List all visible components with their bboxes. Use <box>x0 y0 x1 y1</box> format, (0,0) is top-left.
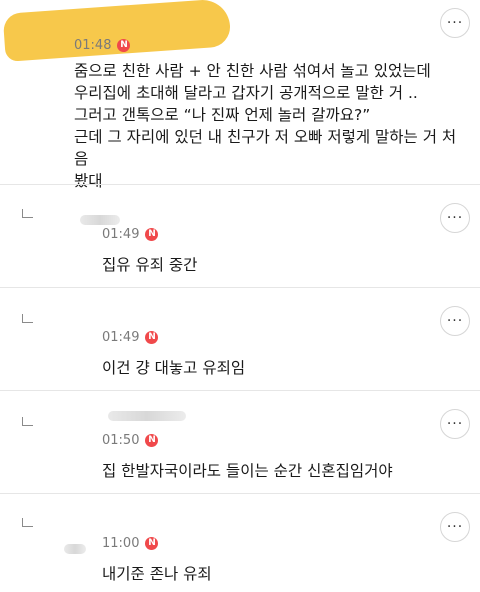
reply-arrow-icon <box>22 209 33 218</box>
reply-arrow-icon <box>22 417 33 426</box>
reply-meta: 01:49 N <box>102 330 159 345</box>
new-badge-icon: N <box>145 537 159 550</box>
reply-item: 01:49 N 이건 걍 대놓고 유죄임 ··· <box>0 288 480 390</box>
reply-meta: 01:50 N <box>102 433 159 448</box>
comment-main: 01:48 N 줌으로 친한 사람 + 안 친한 사람 섞여서 놀고 있었는데 … <box>0 0 480 190</box>
reply-body: 집 한발자국이라도 들이는 순간 신혼집임거야 <box>102 462 393 480</box>
reply-meta: 11:00 N <box>102 536 159 551</box>
author-redaction <box>64 544 86 554</box>
author-redaction <box>108 411 186 421</box>
more-options-button[interactable]: ··· <box>440 512 470 542</box>
new-badge-icon: N <box>117 39 131 52</box>
reply-time: 01:50 <box>102 433 140 448</box>
reply-time: 01:49 <box>102 330 140 345</box>
reply-body: 내기준 존나 유죄 <box>102 565 212 583</box>
comment-meta: 01:48 N <box>74 38 131 53</box>
reply-body: 이건 걍 대놓고 유죄임 <box>102 359 246 377</box>
reply-item: 11:00 N 내기준 존나 유죄 ··· <box>0 494 480 592</box>
reply-body: 집유 유죄 중간 <box>102 256 198 274</box>
reply-arrow-icon <box>22 314 33 323</box>
reply-item: 01:50 N 집 한발자국이라도 들이는 순간 신혼집임거야 ··· <box>0 391 480 493</box>
reply-item: 01:49 N 집유 유죄 중간 ··· <box>0 185 480 287</box>
more-options-button[interactable]: ··· <box>440 203 470 233</box>
more-options-button[interactable]: ··· <box>440 8 470 38</box>
more-options-button[interactable]: ··· <box>440 409 470 439</box>
reply-time: 11:00 <box>102 536 140 551</box>
new-badge-icon: N <box>145 331 159 344</box>
comment-thread: 01:48 N 줌으로 친한 사람 + 안 친한 사람 섞여서 놀고 있었는데 … <box>0 0 480 592</box>
more-options-button[interactable]: ··· <box>440 306 470 336</box>
author-redaction-extra <box>8 28 72 56</box>
comment-body: 줌으로 친한 사람 + 안 친한 사람 섞여서 놀고 있었는데 우리집에 초대해… <box>74 62 457 190</box>
new-badge-icon: N <box>145 434 159 447</box>
author-redaction <box>80 215 120 225</box>
new-badge-icon: N <box>145 228 159 241</box>
reply-meta: 01:49 N <box>102 227 159 242</box>
reply-arrow-icon <box>22 518 33 527</box>
comment-time: 01:48 <box>74 38 112 53</box>
reply-time: 01:49 <box>102 227 140 242</box>
